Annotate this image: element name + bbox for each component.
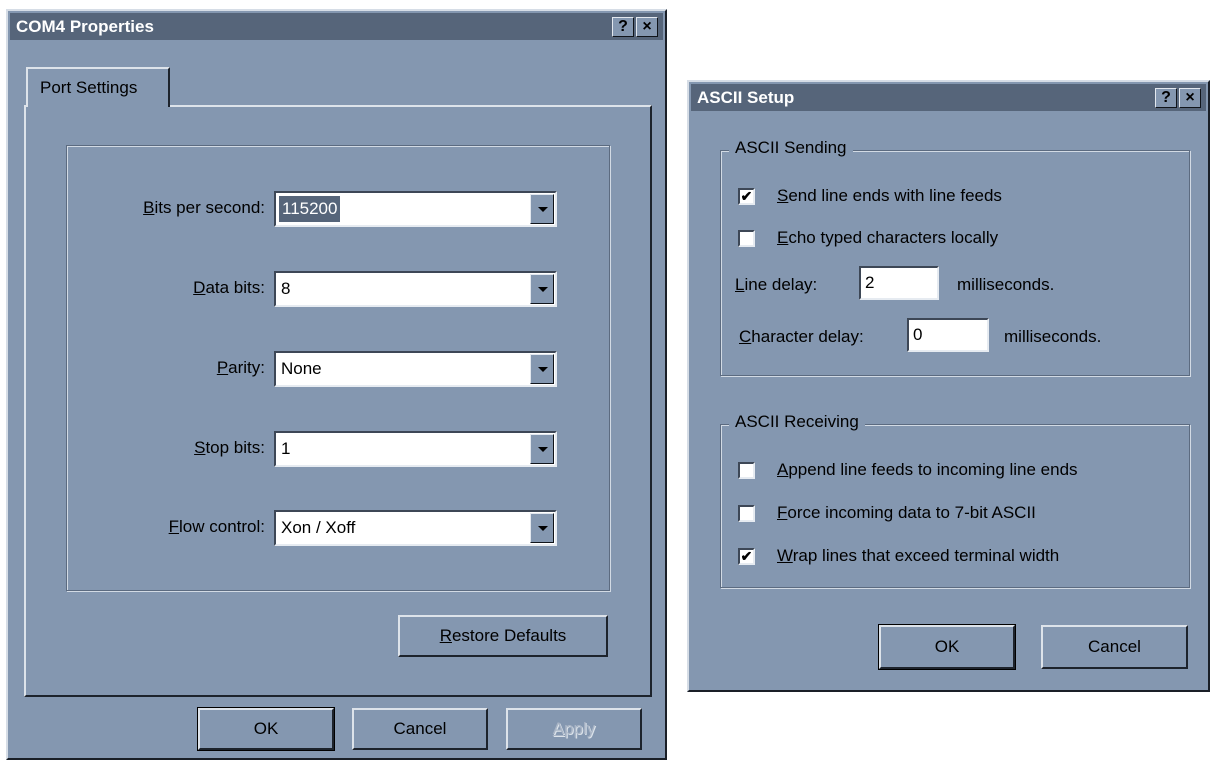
send-line-ends-label[interactable]: Send line ends with line feeds	[777, 186, 1002, 206]
bits-per-second-label: Bits per second:	[143, 198, 265, 217]
bits-per-second-combo[interactable]: 115200	[274, 191, 557, 227]
flow-control-label: Flow control:	[168, 517, 265, 536]
chevron-down-icon[interactable]	[530, 354, 554, 384]
echo-typed-label[interactable]: Echo typed characters locally	[777, 228, 998, 248]
line-delay-input[interactable]: 2	[859, 266, 939, 300]
ascii-title: ASCII Setup	[697, 88, 795, 107]
ok-button[interactable]: OK	[197, 707, 335, 751]
append-line-feeds-checkbox[interactable]	[738, 462, 755, 479]
flow-control-combo[interactable]: Xon / Xoff	[274, 510, 557, 546]
chevron-down-icon[interactable]	[530, 274, 554, 304]
force-7bit-checkbox[interactable]	[738, 505, 755, 522]
data-bits-value: 8	[281, 279, 291, 298]
chevron-down-icon[interactable]	[530, 194, 554, 224]
echo-typed-checkbox[interactable]	[738, 230, 755, 247]
help-icon[interactable]: ?	[612, 17, 634, 37]
apply-button[interactable]: Apply	[506, 708, 642, 750]
append-line-feeds-label[interactable]: Append line feeds to incoming line ends	[777, 460, 1078, 480]
ascii-setup-dialog: ASCII Setup ? × ASCII Sending ✔ Send lin…	[687, 80, 1210, 692]
ascii-title-bar[interactable]: ASCII Setup ? ×	[691, 84, 1206, 111]
char-delay-unit: milliseconds.	[1004, 327, 1102, 346]
chevron-down-icon[interactable]	[530, 434, 554, 464]
cancel-button[interactable]: Cancel	[352, 708, 488, 750]
tab-port-settings-label: Port Settings	[40, 78, 138, 97]
line-delay-label: Line delay:	[735, 275, 818, 294]
char-delay-label: Character delay:	[739, 327, 864, 346]
help-icon[interactable]: ?	[1155, 88, 1177, 108]
wrap-lines-label[interactable]: Wrap lines that exceed terminal width	[777, 546, 1059, 566]
char-delay-input[interactable]: 0	[907, 318, 989, 352]
com4-properties-dialog: COM4 Properties ? × Port Settings Bits p…	[6, 9, 667, 760]
line-delay-unit: milliseconds.	[957, 275, 1055, 294]
data-bits-label: Data bits:	[193, 278, 265, 297]
parity-label: Parity:	[216, 358, 265, 377]
ok-button[interactable]: OK	[878, 624, 1016, 670]
bits-per-second-value: 115200	[279, 196, 341, 222]
restore-defaults-button[interactable]: Restore Defaults	[398, 615, 608, 657]
force-7bit-label[interactable]: Force incoming data to 7-bit ASCII	[777, 503, 1036, 523]
stop-bits-combo[interactable]: 1	[274, 431, 557, 467]
data-bits-combo[interactable]: 8	[274, 271, 557, 307]
flow-control-value: Xon / Xoff	[281, 518, 356, 537]
chevron-down-icon[interactable]	[530, 513, 554, 543]
send-line-ends-checkbox[interactable]: ✔	[738, 188, 755, 205]
parity-combo[interactable]: None	[274, 351, 557, 387]
tab-port-settings[interactable]: Port Settings	[26, 67, 170, 107]
stop-bits-value: 1	[281, 439, 291, 458]
cancel-button[interactable]: Cancel	[1041, 625, 1188, 669]
com4-title-bar[interactable]: COM4 Properties ? ×	[10, 13, 663, 40]
com4-title: COM4 Properties	[16, 17, 154, 36]
parity-value: None	[281, 359, 322, 378]
ascii-receiving-legend: ASCII Receiving	[729, 412, 865, 432]
stop-bits-label: Stop bits:	[194, 438, 265, 457]
close-icon[interactable]: ×	[636, 17, 658, 37]
close-icon[interactable]: ×	[1179, 88, 1201, 108]
ascii-sending-legend: ASCII Sending	[729, 138, 853, 158]
wrap-lines-checkbox[interactable]: ✔	[738, 548, 755, 565]
